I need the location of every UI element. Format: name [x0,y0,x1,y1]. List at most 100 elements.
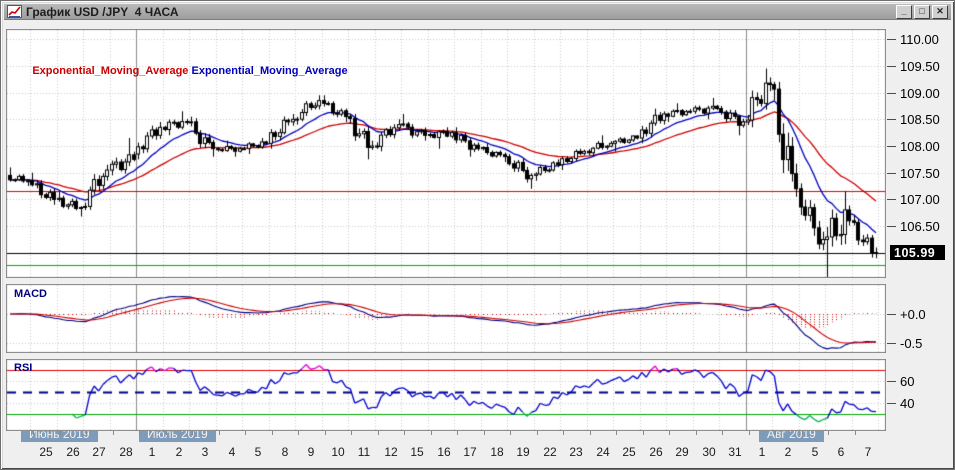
price-axis-tick [887,226,896,227]
chart-icon [7,5,22,18]
day-boundary-tick [802,431,803,435]
day-label: 11 [351,445,377,459]
day-label: 26 [60,445,86,459]
day-label: 9 [298,445,324,459]
day-label: 5 [245,445,271,459]
day-label: 30 [696,445,722,459]
price-axis-tick [887,146,896,147]
day-boundary-tick [484,431,485,435]
day-boundary-tick [298,431,299,435]
day-boundary-tick [537,431,538,435]
day-label: 1 [139,445,165,459]
price-axis-label: 108.00 [900,139,940,154]
day-boundary-tick [828,431,829,435]
day-boundary-tick [139,431,140,435]
price-axis-tick [887,119,896,120]
window-title: График USD /JPY 4 ЧАСА [26,5,892,19]
ema-legend-red: Exponential_Moving_Average [32,65,188,77]
macd-label: MACD [14,288,47,300]
day-boundary-tick [722,431,723,435]
price-axis-tick [887,93,896,94]
maximize-button[interactable]: □ [914,5,930,19]
rsi-axis-tick [887,403,896,404]
macd-axis-tick [887,343,896,344]
day-label: 27 [86,445,112,459]
day-boundary-tick [404,431,405,435]
day-boundary-tick [192,431,193,435]
day-boundary-tick [457,431,458,435]
day-label: 16 [431,445,457,459]
ema-legend: Exponential_Moving_Average Exponential_M… [14,53,348,89]
day-label: 15 [404,445,430,459]
day-boundary-tick [855,431,856,435]
day-boundary-tick [219,431,220,435]
minimize-button[interactable]: _ [896,5,912,19]
price-axis-label: 107.00 [900,192,940,207]
day-boundary-tick [245,431,246,435]
rsi-axis-tick [887,381,896,382]
day-boundary-tick [60,431,61,435]
ema-legend-blue: Exponential_Moving_Average [192,65,348,77]
macd-canvas[interactable] [6,284,886,353]
day-boundary-tick [775,431,776,435]
price-axis-label: 109.00 [900,86,940,101]
day-boundary-tick [643,431,644,435]
day-label: 23 [563,445,589,459]
day-label: 2 [775,445,801,459]
day-label: 17 [457,445,483,459]
day-boundary-tick [351,431,352,435]
rsi-canvas[interactable] [6,359,886,431]
price-axis-tick [887,199,896,200]
price-axis-label: 107.50 [900,166,940,181]
day-label: 31 [722,445,748,459]
day-label: 19 [510,445,536,459]
price-axis-label: 106.50 [900,219,940,234]
day-label: 26 [643,445,669,459]
day-label: 4 [219,445,245,459]
price-axis-tick [887,39,896,40]
price-axis-tick [887,173,896,174]
day-label: 10 [325,445,351,459]
window-titlebar[interactable]: График USD /JPY 4 ЧАСА _□✕ [4,4,951,20]
macd-axis-tick [887,314,896,315]
day-boundary-tick [563,431,564,435]
price-axis-label: 110.00 [900,32,939,47]
day-boundary-tick [113,431,114,435]
day-boundary-tick [696,431,697,435]
rsi-axis-label: 60 [900,374,914,389]
day-boundary-tick [590,431,591,435]
day-label: 25 [33,445,59,459]
day-label: 8 [272,445,298,459]
chart-window: График USD /JPY 4 ЧАСА _□✕ Exponential_M… [0,0,955,470]
day-label: 18 [484,445,510,459]
day-label: 28 [113,445,139,459]
day-boundary-tick [86,431,87,435]
day-label: 6 [828,445,854,459]
day-boundary-tick [33,431,34,435]
day-label: 22 [537,445,563,459]
day-label: 1 [749,445,775,459]
day-boundary-tick [378,431,379,435]
price-axis-label: 109.50 [900,59,940,74]
day-label: 24 [590,445,616,459]
day-boundary-tick [166,431,167,435]
close-button[interactable]: ✕ [932,5,948,19]
day-label: 5 [802,445,828,459]
day-boundary-tick [272,431,273,435]
day-boundary-tick [669,431,670,435]
day-boundary-tick [510,431,511,435]
day-label: 3 [192,445,218,459]
day-label: 7 [855,445,881,459]
day-label: 29 [669,445,695,459]
day-label: 25 [616,445,642,459]
rsi-axis-label: 40 [900,396,914,411]
day-boundary-tick [325,431,326,435]
chart-client-area: Exponential_Moving_Average Exponential_M… [4,21,951,466]
rsi-label: RSI [14,362,32,374]
price-badge: 105.99 [890,245,945,260]
day-boundary-tick [616,431,617,435]
day-label: 12 [378,445,404,459]
macd-axis-label: -0.5 [900,336,922,351]
price-axis-tick [887,66,896,67]
day-boundary-tick [431,431,432,435]
